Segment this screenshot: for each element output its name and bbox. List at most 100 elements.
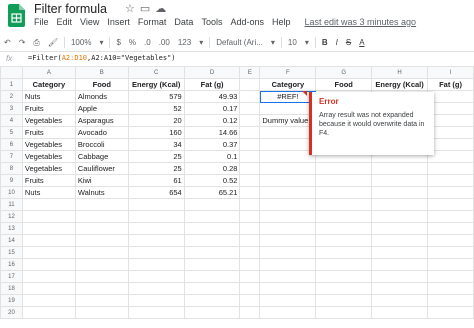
cell-c17[interactable] xyxy=(127,270,185,283)
chevron-down-icon[interactable]: ▾ xyxy=(267,38,279,47)
cell-f3[interactable] xyxy=(259,102,317,115)
cell-g20[interactable] xyxy=(315,306,373,319)
cell-b2[interactable]: Almonds xyxy=(74,90,129,103)
cell-f6[interactable] xyxy=(259,138,317,151)
cell-i3[interactable] xyxy=(427,102,474,115)
cell-f8[interactable] xyxy=(259,162,317,175)
menu-file[interactable]: File xyxy=(34,17,49,30)
cell-h20[interactable] xyxy=(371,306,429,319)
cell-c18[interactable] xyxy=(127,282,185,295)
cell-e19[interactable] xyxy=(239,294,261,307)
menu-view[interactable]: View xyxy=(80,17,99,30)
cell-c19[interactable] xyxy=(127,294,185,307)
select-all-corner[interactable] xyxy=(0,66,23,79)
row-header[interactable]: 9 xyxy=(0,174,23,187)
column-header-h[interactable]: H xyxy=(371,66,429,79)
row-header[interactable]: 3 xyxy=(0,102,23,115)
cell-f14[interactable] xyxy=(259,234,317,247)
cell-h9[interactable] xyxy=(371,174,429,187)
cell-a7[interactable]: Vegetables xyxy=(21,150,76,163)
cell-a10[interactable]: Nuts xyxy=(21,186,76,199)
cell-i5[interactable] xyxy=(427,126,474,139)
cell-h13[interactable] xyxy=(371,222,429,235)
cell-g9[interactable] xyxy=(315,174,373,187)
menu-edit[interactable]: Edit xyxy=(57,17,73,30)
menu-format[interactable]: Format xyxy=(138,17,167,30)
cell-a17[interactable] xyxy=(21,270,76,283)
row-header[interactable]: 14 xyxy=(0,234,23,247)
cell-e18[interactable] xyxy=(239,282,261,295)
column-header-b[interactable]: B xyxy=(74,66,129,79)
column-header-d[interactable]: D xyxy=(183,66,241,79)
menu-insert[interactable]: Insert xyxy=(107,17,130,30)
bold-button[interactable]: B xyxy=(318,38,332,47)
row-header[interactable]: 10 xyxy=(0,186,23,199)
cell-d3[interactable]: 0.17 xyxy=(183,102,241,115)
column-header-i[interactable]: I xyxy=(427,66,474,79)
cell-i20[interactable] xyxy=(427,306,474,319)
cell-g16[interactable] xyxy=(315,258,373,271)
cell-d10[interactable]: 65.21 xyxy=(183,186,241,199)
cell-i13[interactable] xyxy=(427,222,474,235)
cell-f11[interactable] xyxy=(259,198,317,211)
cloud-status-icon[interactable]: ☁ xyxy=(155,3,171,15)
row-header[interactable]: 7 xyxy=(0,150,23,163)
cell-b6[interactable]: Broccoli xyxy=(74,138,129,151)
cell-e10[interactable] xyxy=(239,186,261,199)
cell-h8[interactable] xyxy=(371,162,429,175)
cell-f10[interactable] xyxy=(259,186,317,199)
last-edit-link[interactable]: Last edit was 3 minutes ago xyxy=(305,17,417,30)
row-header[interactable]: 4 xyxy=(0,114,23,127)
cell-g13[interactable] xyxy=(315,222,373,235)
cell-h12[interactable] xyxy=(371,210,429,223)
cell-f15[interactable] xyxy=(259,246,317,259)
cell-i1[interactable]: Fat (g) xyxy=(427,78,474,91)
cell-c3[interactable]: 52 xyxy=(127,102,185,115)
cell-b18[interactable] xyxy=(74,282,129,295)
cell-e13[interactable] xyxy=(239,222,261,235)
cell-d2[interactable]: 49.93 xyxy=(183,90,241,103)
row-header[interactable]: 18 xyxy=(0,282,23,295)
formula-bar[interactable]: fx =Filter(A2:D10,A2:A10="Vegetables") xyxy=(0,53,474,67)
text-color-button[interactable]: A xyxy=(355,38,368,47)
cell-d14[interactable] xyxy=(183,234,241,247)
cell-b11[interactable] xyxy=(74,198,129,211)
cell-g12[interactable] xyxy=(315,210,373,223)
cell-a20[interactable] xyxy=(21,306,76,319)
cell-d4[interactable]: 0.12 xyxy=(183,114,241,127)
cell-e20[interactable] xyxy=(239,306,261,319)
cell-g10[interactable] xyxy=(315,186,373,199)
font-size-select[interactable]: 10 xyxy=(284,38,301,47)
cell-a8[interactable]: Vegetables xyxy=(21,162,76,175)
cell-f18[interactable] xyxy=(259,282,317,295)
cell-d15[interactable] xyxy=(183,246,241,259)
row-header[interactable]: 11 xyxy=(0,198,23,211)
cell-h10[interactable] xyxy=(371,186,429,199)
cell-a5[interactable]: Fruits xyxy=(21,126,76,139)
paint-format-icon[interactable]: 🖌 xyxy=(44,38,62,47)
cell-i16[interactable] xyxy=(427,258,474,271)
cell-e5[interactable] xyxy=(239,126,261,139)
cell-b8[interactable]: Cauliflower xyxy=(74,162,129,175)
cell-c4[interactable]: 20 xyxy=(127,114,185,127)
cell-d12[interactable] xyxy=(183,210,241,223)
cell-d7[interactable]: 0.1 xyxy=(183,150,241,163)
formula-input[interactable]: =Filter(A2:D10,A2:A10="Vegetables") xyxy=(28,54,176,62)
cell-h18[interactable] xyxy=(371,282,429,295)
cell-f13[interactable] xyxy=(259,222,317,235)
row-header[interactable]: 2 xyxy=(0,90,23,103)
cell-h16[interactable] xyxy=(371,258,429,271)
cell-h15[interactable] xyxy=(371,246,429,259)
cell-b13[interactable] xyxy=(74,222,129,235)
column-header-e[interactable]: E xyxy=(239,66,261,79)
document-title[interactable]: Filter formula xyxy=(34,2,107,16)
menu-help[interactable]: Help xyxy=(272,17,291,30)
cell-b14[interactable] xyxy=(74,234,129,247)
cell-b9[interactable]: Kiwi xyxy=(74,174,129,187)
cell-h19[interactable] xyxy=(371,294,429,307)
strikethrough-button[interactable]: S xyxy=(342,38,355,47)
cell-b16[interactable] xyxy=(74,258,129,271)
cell-e15[interactable] xyxy=(239,246,261,259)
cell-d13[interactable] xyxy=(183,222,241,235)
row-header[interactable]: 12 xyxy=(0,210,23,223)
